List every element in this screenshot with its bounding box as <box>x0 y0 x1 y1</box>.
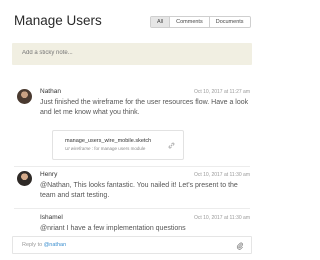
attachment-description: UI wireframe : for manage users module <box>65 146 145 151</box>
sticky-note <box>12 43 252 65</box>
comment-author: Ishamel <box>40 214 63 221</box>
comment-date: Oct 10, 2017 at 11:30 am <box>193 172 250 178</box>
attachment-type: UI wireframe <box>65 146 91 151</box>
comment-text: @nriant I have a few implementation ques… <box>40 225 186 232</box>
comment-text: @Nathan, This looks fantastic. You naile… <box>40 182 238 199</box>
tab-comments[interactable]: Comments <box>170 17 210 27</box>
comment-date: Oct 10, 2017 at 11:27 am <box>193 89 250 95</box>
page-title: Manage Users <box>14 13 102 28</box>
reply-field[interactable]: Reply to @nathan <box>12 236 252 254</box>
attachment-desc-text: for manage users module <box>94 146 146 151</box>
attachment-card[interactable]: manage_users_wire_mobile.sketch UI wiref… <box>52 130 184 160</box>
avatar <box>17 171 32 186</box>
filter-tabs: All Comments Documents <box>150 16 251 28</box>
reply-mention[interactable]: @nathan <box>44 242 66 248</box>
comment-text: Just finished the wireframe for the user… <box>40 99 249 116</box>
divider <box>14 208 250 209</box>
header: Manage Users All Comments Documents <box>0 0 264 42</box>
paperclip-icon[interactable] <box>236 241 244 250</box>
comment-author: Nathan <box>40 88 61 95</box>
link-icon[interactable] <box>168 142 175 149</box>
avatar <box>17 89 32 104</box>
reply-label: Reply to @nathan <box>22 242 66 248</box>
reply-prefix: Reply to <box>22 242 44 248</box>
tab-documents[interactable]: Documents <box>209 17 250 27</box>
comment-author: Henry <box>40 171 58 178</box>
attachment-filename: manage_users_wire_mobile.sketch <box>65 138 152 144</box>
sticky-note-input[interactable] <box>22 50 222 56</box>
divider <box>14 166 250 167</box>
comment-date: Oct 10, 2017 at 11:30 am <box>193 215 250 221</box>
tab-all[interactable]: All <box>151 17 171 27</box>
